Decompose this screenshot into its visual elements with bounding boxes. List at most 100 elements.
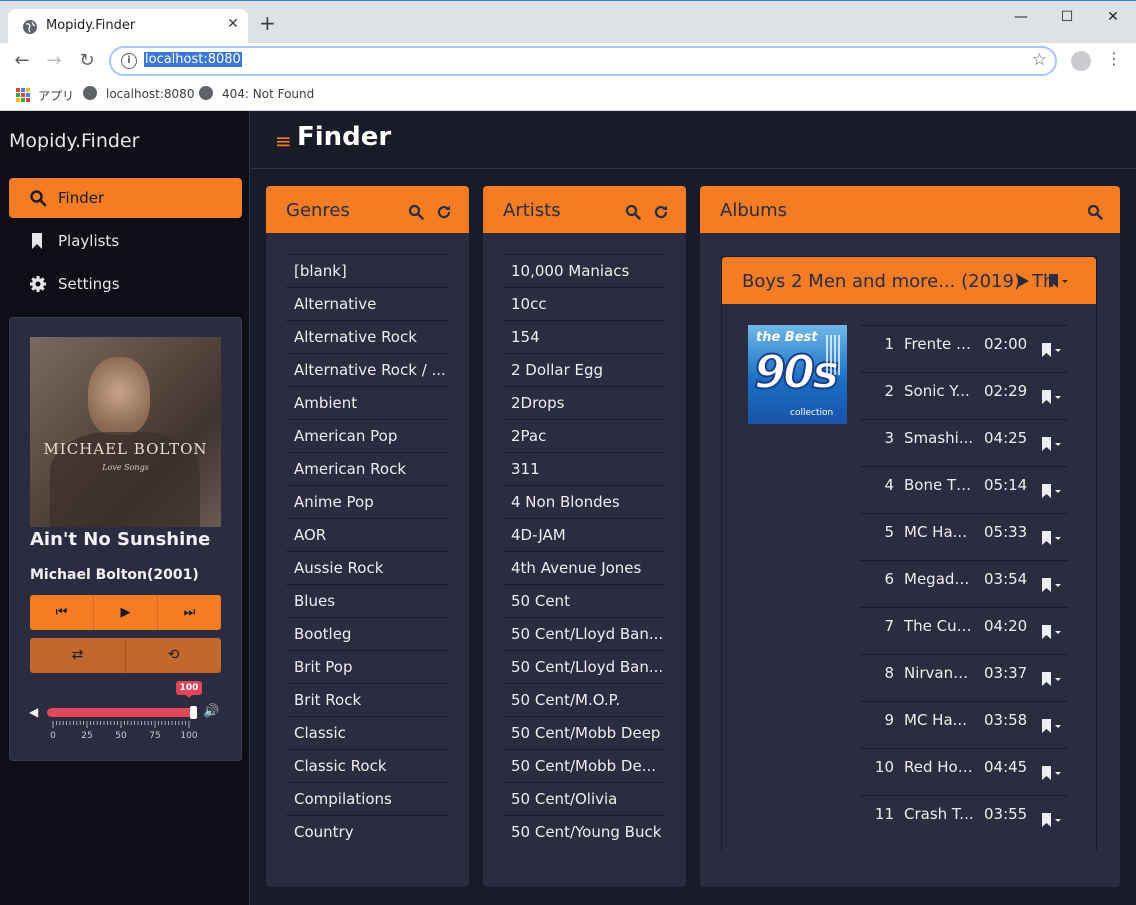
artist-list-item[interactable]: 2Pac bbox=[503, 419, 665, 452]
search-icon[interactable] bbox=[408, 204, 424, 220]
genre-list-item[interactable]: Ambient bbox=[286, 386, 448, 419]
genre-list-item[interactable]: American Pop bbox=[286, 419, 448, 452]
reload-icon[interactable]: ↻ bbox=[75, 49, 99, 73]
search-icon[interactable] bbox=[1087, 204, 1103, 220]
bookmark-dropdown-icon[interactable] bbox=[1040, 342, 1064, 358]
genre-list-item[interactable]: Blues bbox=[286, 584, 448, 617]
artist-list-item[interactable]: 154 bbox=[503, 320, 665, 353]
artist-list-item[interactable]: 50 Cent/M.O.P. bbox=[503, 683, 665, 716]
globe-icon bbox=[199, 86, 213, 100]
track-row[interactable]: 11 Crash T... 03:55 bbox=[860, 795, 1068, 842]
bookmark-dropdown-icon[interactable] bbox=[1040, 436, 1064, 452]
artist-list-item[interactable]: 50 Cent/Mobb De... bbox=[503, 749, 665, 782]
track-row[interactable]: 3 Smashi... 04:25 bbox=[860, 419, 1068, 466]
genre-list-item[interactable]: Classic bbox=[286, 716, 448, 749]
artist-list-item[interactable]: 4th Avenue Jones bbox=[503, 551, 665, 584]
track-row[interactable]: 10 Red Hot... 04:45 bbox=[860, 748, 1068, 795]
genre-list-item[interactable]: [blank] bbox=[286, 254, 448, 287]
refresh-icon[interactable] bbox=[653, 204, 669, 220]
bookmark-dropdown-icon[interactable] bbox=[1040, 483, 1064, 499]
artist-list-item[interactable]: 50 Cent/Lloyd Ban... bbox=[503, 650, 665, 683]
bookmark-dropdown-icon[interactable] bbox=[1040, 765, 1064, 781]
track-row[interactable]: 1 Frente /... 02:00 bbox=[860, 325, 1068, 372]
genre-list-item[interactable]: Alternative bbox=[286, 287, 448, 320]
bookmark-dropdown-icon[interactable] bbox=[1047, 274, 1071, 288]
play-button[interactable]: ▶ bbox=[94, 595, 158, 630]
repeat-button[interactable]: ⟲ bbox=[126, 638, 221, 673]
star-icon[interactable]: ☆ bbox=[1032, 50, 1047, 70]
artist-list-item[interactable]: 4 Non Blondes bbox=[503, 485, 665, 518]
sidebar-item-finder[interactable]: Finder bbox=[9, 178, 242, 218]
shuffle-button[interactable]: ⇄ bbox=[30, 638, 126, 673]
profile-avatar[interactable] bbox=[1071, 51, 1091, 71]
genre-list-item[interactable]: Brit Pop bbox=[286, 650, 448, 683]
next-track-button[interactable]: ⏭ bbox=[158, 595, 221, 630]
apps-grid-icon[interactable] bbox=[16, 88, 30, 102]
genre-list-item[interactable]: Country bbox=[286, 815, 448, 848]
artist-list-item[interactable]: 50 Cent/Lloyd Ban... bbox=[503, 617, 665, 650]
window-close-button[interactable]: ✕ bbox=[1090, 1, 1136, 33]
sidebar-item-settings[interactable]: Settings bbox=[9, 264, 242, 304]
genre-list-item[interactable]: Bootleg bbox=[286, 617, 448, 650]
artist-list-item[interactable]: 4D-JAM bbox=[503, 518, 665, 551]
track-row[interactable]: 7 The Cur... 04:20 bbox=[860, 607, 1068, 654]
address-bar[interactable]: i localhost:8080 ☆ bbox=[109, 46, 1057, 76]
genre-list-item[interactable]: Brit Rock bbox=[286, 683, 448, 716]
artist-list-item[interactable]: 50 Cent bbox=[503, 584, 665, 617]
volume-slider[interactable] bbox=[47, 706, 197, 719]
genre-list-item[interactable]: Anime Pop bbox=[286, 485, 448, 518]
volume-scale-label: 25 bbox=[81, 731, 93, 741]
window-minimize-button[interactable]: — bbox=[998, 1, 1044, 33]
menu-dots-icon[interactable]: ⋮ bbox=[1106, 49, 1122, 68]
track-row[interactable]: 5 MC Ha... 05:33 bbox=[860, 513, 1068, 560]
genre-list-item[interactable]: American Rock bbox=[286, 452, 448, 485]
artist-list-item[interactable]: 2Drops bbox=[503, 386, 665, 419]
bookmark-localhost[interactable]: localhost:8080 bbox=[106, 87, 194, 101]
track-number: 9 bbox=[884, 711, 894, 729]
window-maximize-button[interactable]: ☐ bbox=[1044, 1, 1090, 33]
volume-slider-handle[interactable] bbox=[190, 706, 197, 719]
bookmark-dropdown-icon[interactable] bbox=[1040, 718, 1064, 734]
track-row[interactable]: 9 MC Ha... 03:58 bbox=[860, 701, 1068, 748]
sidebar-item-playlists[interactable]: Playlists bbox=[9, 221, 242, 261]
artist-list-item[interactable]: 10cc bbox=[503, 287, 665, 320]
track-row[interactable]: 8 Nirvana... 03:37 bbox=[860, 654, 1068, 701]
artist-list-item[interactable]: 311 bbox=[503, 452, 665, 485]
genre-list-item[interactable]: Classic Rock bbox=[286, 749, 448, 782]
artist-list-item[interactable]: 2 Dollar Egg bbox=[503, 353, 665, 386]
genre-list-item[interactable]: Compilations bbox=[286, 782, 448, 815]
artist-list-item[interactable]: 50 Cent/Young Buck bbox=[503, 815, 665, 848]
browser-tab[interactable]: Mopidy.Finder ✕ bbox=[8, 9, 248, 44]
search-icon[interactable] bbox=[625, 204, 641, 220]
bookmark-apps[interactable]: アプリ bbox=[38, 87, 74, 104]
new-tab-button[interactable]: + bbox=[259, 13, 276, 33]
track-row[interactable]: 6 Megade... 03:54 bbox=[860, 560, 1068, 607]
url-text[interactable]: localhost:8080 bbox=[144, 52, 242, 67]
genre-list-item[interactable]: Aussie Rock bbox=[286, 551, 448, 584]
bookmark-dropdown-icon[interactable] bbox=[1040, 389, 1064, 405]
tab-close-button[interactable]: ✕ bbox=[224, 16, 242, 32]
artist-list-item[interactable]: 10,000 Maniacs bbox=[503, 254, 665, 287]
album-art[interactable]: the Best 90s collection bbox=[748, 325, 847, 424]
track-row[interactable]: 4 Bone Th... 05:14 bbox=[860, 466, 1068, 513]
bookmark-dropdown-icon[interactable] bbox=[1040, 577, 1064, 593]
refresh-icon[interactable] bbox=[436, 204, 452, 220]
globe-icon bbox=[83, 86, 97, 100]
genre-list-item[interactable]: Alternative Rock bbox=[286, 320, 448, 353]
bookmark-dropdown-icon[interactable] bbox=[1040, 812, 1064, 828]
artist-list-item[interactable]: 50 Cent/Mobb Deep bbox=[503, 716, 665, 749]
genre-list-item[interactable]: AOR bbox=[286, 518, 448, 551]
previous-track-button[interactable]: ⏮ bbox=[30, 595, 94, 630]
play-icon[interactable] bbox=[1016, 274, 1030, 288]
genre-list-item[interactable]: Alternative Rock / ... bbox=[286, 353, 448, 386]
track-row[interactable]: 2 Sonic Y... 02:29 bbox=[860, 372, 1068, 419]
forward-icon[interactable]: → bbox=[42, 49, 66, 73]
info-icon[interactable]: i bbox=[121, 53, 137, 69]
back-icon[interactable]: ← bbox=[10, 49, 34, 73]
artist-list-item[interactable]: 50 Cent/Olivia bbox=[503, 782, 665, 815]
bookmark-dropdown-icon[interactable] bbox=[1040, 530, 1064, 546]
bookmark-not-found[interactable]: 404: Not Found bbox=[222, 87, 314, 101]
hamburger-menu-icon[interactable]: ≡ bbox=[275, 131, 292, 151]
bookmark-dropdown-icon[interactable] bbox=[1040, 624, 1064, 640]
bookmark-dropdown-icon[interactable] bbox=[1040, 671, 1064, 687]
